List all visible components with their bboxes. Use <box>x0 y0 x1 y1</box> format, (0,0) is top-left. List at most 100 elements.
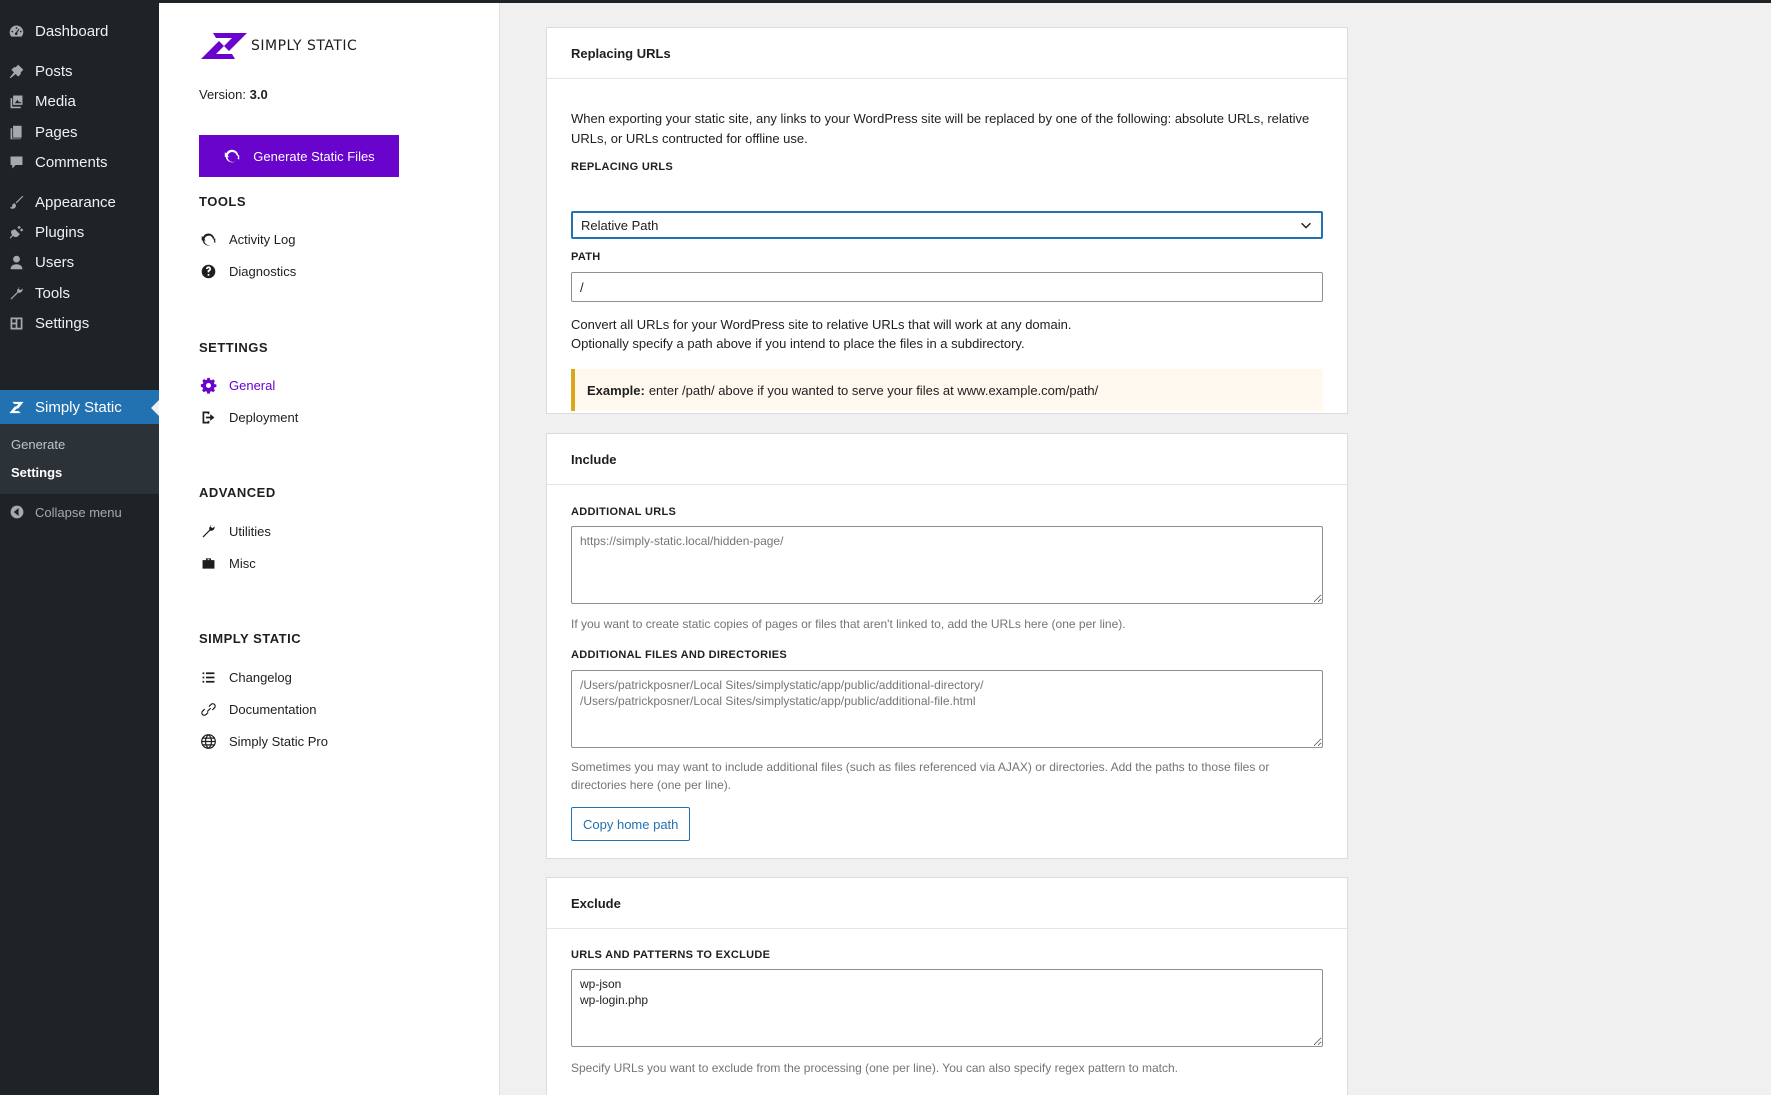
wp-admin-sidebar: Dashboard Posts Media Pages Comments App… <box>0 0 159 1095</box>
menu-item-label: Posts <box>35 62 73 80</box>
version-value: 3.0 <box>249 87 268 102</box>
nav-link-label: Changelog <box>229 669 292 685</box>
nav-link-label: Diagnostics <box>229 263 297 279</box>
pages-icon <box>8 124 25 141</box>
help-icon <box>201 264 215 278</box>
menu-item-tools[interactable]: Tools <box>0 276 159 310</box>
include-card: Include ADDITIONAL URLS If you want to c… <box>546 433 1348 859</box>
dashboard-icon <box>8 23 25 40</box>
menu-item-label: Settings <box>35 314 90 332</box>
menu-item-dashboard[interactable]: Dashboard <box>0 14 159 48</box>
exclude-patterns-label: URLS AND PATTERNS TO EXCLUDE <box>571 949 771 961</box>
nav-heading-advanced: ADVANCED <box>199 485 276 500</box>
example-label: Example: <box>587 382 645 398</box>
pin-icon <box>8 63 25 80</box>
menu-item-media[interactable]: Media <box>0 84 159 118</box>
comment-icon <box>8 154 25 171</box>
plugin-nav-panel: SIMPLY STATIC Version: 3.0 Generate Stat… <box>159 3 500 1095</box>
menu-item-label: Comments <box>35 153 108 171</box>
user-icon <box>8 254 25 271</box>
nav-link-misc[interactable]: Misc <box>199 553 256 573</box>
additional-urls-textarea[interactable] <box>571 526 1323 604</box>
wrench-icon <box>8 285 25 302</box>
globe-icon <box>200 733 216 749</box>
collapse-icon <box>10 505 24 519</box>
nav-link-label: Deployment <box>229 409 299 425</box>
brush-icon <box>8 194 25 211</box>
nav-link-general[interactable]: General <box>199 375 275 395</box>
menu-item-posts[interactable]: Posts <box>0 54 159 88</box>
additional-urls-help: If you want to create static copies of p… <box>571 617 1126 631</box>
nav-link-label: Utilities <box>229 523 271 539</box>
logo-text: SIMPLY STATIC <box>251 38 358 54</box>
menu-item-settings[interactable]: Settings <box>0 306 159 340</box>
menu-item-pages[interactable]: Pages <box>0 115 159 149</box>
menu-item-label: Plugins <box>35 223 85 241</box>
submenu-item-settings[interactable]: Settings <box>11 465 62 480</box>
nav-link-utilities[interactable]: Utilities <box>199 521 271 541</box>
link-icon <box>200 702 216 716</box>
replacing-description: When exporting your static site, any lin… <box>571 111 1310 146</box>
nav-link-label: General <box>229 377 276 393</box>
nav-link-diagnostics[interactable]: Diagnostics <box>199 261 296 281</box>
menu-item-label: Tools <box>35 284 71 302</box>
menu-item-label: Appearance <box>35 193 116 211</box>
version-info: Version: 3.0 <box>199 87 268 102</box>
copy-home-path-button[interactable]: Copy home path <box>571 807 691 841</box>
nav-heading-settings: SETTINGS <box>199 340 269 355</box>
additional-files-textarea[interactable] <box>571 670 1323 748</box>
nav-link-changelog[interactable]: Changelog <box>199 667 292 687</box>
replacing-urls-card: Replacing URLs When exporting your stati… <box>546 27 1348 414</box>
replacing-urls-select[interactable]: Relative Path <box>571 211 1323 239</box>
path-input[interactable] <box>571 272 1323 302</box>
menu-item-users[interactable]: Users <box>0 245 159 279</box>
submenu-item-generate[interactable]: Generate <box>11 437 65 452</box>
refresh-icon <box>201 233 215 246</box>
collapse-menu-button[interactable]: Collapse menu <box>0 500 159 524</box>
example-notice: Example: enter /path/ above if you wante… <box>571 369 1323 411</box>
additional-urls-label: ADDITIONAL URLS <box>571 506 677 518</box>
path-help-line-1: Convert all URLs for your WordPress site… <box>571 317 1072 332</box>
card-title: Include <box>547 434 1347 485</box>
menu-item-label: Pages <box>35 123 78 141</box>
exclude-patterns-textarea[interactable] <box>571 969 1323 1047</box>
menu-item-simply-static[interactable]: Simply Static <box>0 390 159 424</box>
nav-heading-simply-static: SIMPLY STATIC <box>199 631 302 646</box>
menu-item-label: Dashboard <box>35 22 109 40</box>
simply-static-submenu: Generate Settings <box>0 424 159 494</box>
replacing-urls-label: REPLACING URLS <box>571 161 673 173</box>
nav-heading-tools: TOOLS <box>199 194 247 209</box>
simply-static-icon <box>8 399 25 416</box>
additional-files-help: Sometimes you may want to include additi… <box>571 760 1270 792</box>
export-icon <box>202 411 214 423</box>
plug-icon <box>8 224 25 241</box>
generate-button-label: Generate Static Files <box>253 148 375 164</box>
simply-static-logo-icon <box>201 33 247 59</box>
list-icon <box>202 671 214 683</box>
nav-link-documentation[interactable]: Documentation <box>199 699 316 719</box>
collapse-menu-label: Collapse menu <box>35 504 122 520</box>
nav-link-label: Activity Log <box>229 231 296 247</box>
menu-item-comments[interactable]: Comments <box>0 145 159 179</box>
refresh-icon <box>225 149 240 163</box>
menu-item-appearance[interactable]: Appearance <box>0 185 159 219</box>
menu-item-plugins[interactable]: Plugins <box>0 215 159 249</box>
simply-static-logo: SIMPLY STATIC <box>199 31 357 61</box>
menu-item-label: Media <box>35 92 76 110</box>
nav-link-label: Misc <box>229 555 256 571</box>
card-title: Exclude <box>547 878 1347 929</box>
settings-icon <box>8 315 25 332</box>
nav-link-activity-log[interactable]: Activity Log <box>199 229 295 249</box>
select-value: Relative Path <box>581 217 659 233</box>
nav-link-simply-static-pro[interactable]: Simply Static Pro <box>199 731 328 751</box>
menu-item-label: Users <box>35 253 75 271</box>
additional-files-label: ADDITIONAL FILES AND DIRECTORIES <box>571 649 787 661</box>
card-title: Replacing URLs <box>547 28 1347 79</box>
nav-link-label: Documentation <box>229 701 317 717</box>
chevron-down-icon <box>1301 222 1311 229</box>
generate-static-files-button[interactable]: Generate Static Files <box>199 135 399 177</box>
menu-item-label: Simply Static <box>35 398 122 416</box>
nav-link-deployment[interactable]: Deployment <box>199 407 298 427</box>
gear-icon <box>200 377 216 394</box>
briefcase-icon <box>202 557 214 569</box>
